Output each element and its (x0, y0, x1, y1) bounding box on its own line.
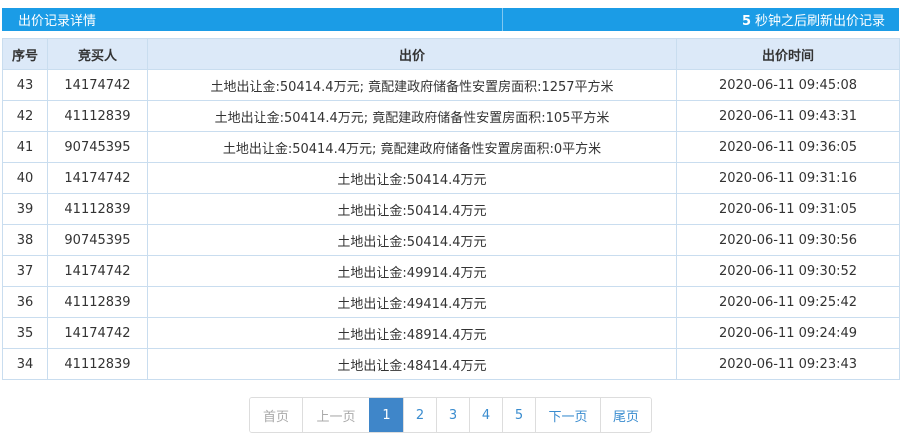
table-row: 38 90745395 土地出让金:50414.4万元 2020-06-11 09:3… (2, 224, 900, 256)
table-row: 37 14174742 土地出让金:49914.4万元 2020-06-11 09:3… (2, 255, 900, 287)
cell-bidder: 41112839 (47, 286, 148, 318)
table-body: 43 14174742 土地出让金:50414.4万元; 竟配建政府储备性安置房面积… (2, 69, 900, 380)
table-row: 35 14174742 土地出让金:48914.4万元 2020-06-11 09:2… (2, 317, 900, 349)
cell-time: 2020-06-11 09:25:42 (676, 286, 900, 318)
cell-index: 43 (2, 69, 48, 101)
cell-bid: 土地出让金:50414.4万元; 竟配建政府储备性安置房面积:105平方米 (147, 100, 677, 132)
cell-index: 34 (2, 348, 48, 380)
cell-bid: 土地出让金:50414.4万元; 竟配建政府储备性安置房面积:0平方米 (147, 131, 677, 163)
cell-index: 35 (2, 317, 48, 349)
table-row: 43 14174742 土地出让金:50414.4万元; 竟配建政府储备性安置房面积… (2, 69, 900, 101)
header-divider (502, 8, 503, 31)
cell-index: 36 (2, 286, 48, 318)
page-button-5[interactable]: 5 (502, 398, 535, 432)
refresh-seconds: 5 (741, 14, 751, 29)
cell-bidder: 90745395 (47, 224, 148, 256)
cell-time: 2020-06-11 09:23:43 (676, 348, 900, 380)
pagination: 首页 上一页 1 2 3 4 5 下一页 尾页 (249, 397, 652, 433)
cell-index: 37 (2, 255, 48, 287)
cell-bidder: 14174742 (47, 69, 148, 101)
cell-bid: 土地出让金:49914.4万元 (147, 255, 677, 287)
cell-time: 2020-06-11 09:36:05 (676, 131, 900, 163)
col-header-time: 出价时间 (676, 38, 900, 70)
header-title: 出价记录详情 (18, 14, 97, 29)
table-row: 40 14174742 土地出让金:50414.4万元 2020-06-11 09:3… (2, 162, 900, 194)
cell-time: 2020-06-11 09:24:49 (676, 317, 900, 349)
bid-records-header: 出价记录详情 5 秒钟之后刷新出价记录 (2, 8, 899, 31)
cell-bidder: 14174742 (47, 162, 148, 194)
refresh-countdown: 5 秒钟之后刷新出价记录 (742, 10, 899, 29)
cell-bidder: 14174742 (47, 255, 148, 287)
cell-index: 39 (2, 193, 48, 225)
cell-bidder: 14174742 (47, 317, 148, 349)
col-header-index: 序号 (2, 38, 48, 70)
cell-time: 2020-06-11 09:31:05 (676, 193, 900, 225)
page-button-2[interactable]: 2 (403, 398, 436, 432)
first-page-button[interactable]: 首页 (250, 398, 302, 432)
cell-bid: 土地出让金:50414.4万元; 竟配建政府储备性安置房面积:1257平方米 (147, 69, 677, 101)
cell-bidder: 90745395 (47, 131, 148, 163)
cell-bidder: 41112839 (47, 100, 148, 132)
page-button-4[interactable]: 4 (469, 398, 502, 432)
cell-bid: 土地出让金:48914.4万元 (147, 317, 677, 349)
table-row: 41 90745395 土地出让金:50414.4万元; 竟配建政府储备性安置房面积… (2, 131, 900, 163)
col-header-bidder: 竞买人 (47, 38, 148, 70)
page-button-1[interactable]: 1 (369, 398, 403, 432)
cell-time: 2020-06-11 09:30:56 (676, 224, 900, 256)
cell-time: 2020-06-11 09:45:08 (676, 69, 900, 101)
table-row: 42 41112839 土地出让金:50414.4万元; 竟配建政府储备性安置房面积… (2, 100, 900, 132)
last-page-button[interactable]: 尾页 (600, 398, 651, 432)
cell-time: 2020-06-11 09:31:16 (676, 162, 900, 194)
cell-bid: 土地出让金:50414.4万元 (147, 162, 677, 194)
bid-records-table: 序号 竞买人 出价 出价时间 43 14174742 土地出让金:50414.4万元… (2, 38, 900, 380)
cell-bid: 土地出让金:49414.4万元 (147, 286, 677, 318)
cell-index: 38 (2, 224, 48, 256)
prev-page-button[interactable]: 上一页 (302, 398, 369, 432)
table-header-row: 序号 竞买人 出价 出价时间 (2, 38, 900, 70)
cell-index: 40 (2, 162, 48, 194)
cell-bid: 土地出让金:48414.4万元 (147, 348, 677, 380)
table-row: 36 41112839 土地出让金:49414.4万元 2020-06-11 09:2… (2, 286, 900, 318)
refresh-text: 秒钟之后刷新出价记录 (754, 14, 885, 29)
cell-index: 42 (2, 100, 48, 132)
cell-bid: 土地出让金:50414.4万元 (147, 224, 677, 256)
cell-index: 41 (2, 131, 48, 163)
cell-bidder: 41112839 (47, 348, 148, 380)
col-header-bid: 出价 (147, 38, 677, 70)
next-page-button[interactable]: 下一页 (535, 398, 600, 432)
cell-bid: 土地出让金:50414.4万元 (147, 193, 677, 225)
table-row: 39 41112839 土地出让金:50414.4万元 2020-06-11 09:3… (2, 193, 900, 225)
page-button-3[interactable]: 3 (436, 398, 469, 432)
cell-time: 2020-06-11 09:30:52 (676, 255, 900, 287)
cell-bidder: 41112839 (47, 193, 148, 225)
cell-time: 2020-06-11 09:43:31 (676, 100, 900, 132)
table-row: 34 41112839 土地出让金:48414.4万元 2020-06-11 09:2… (2, 348, 900, 380)
